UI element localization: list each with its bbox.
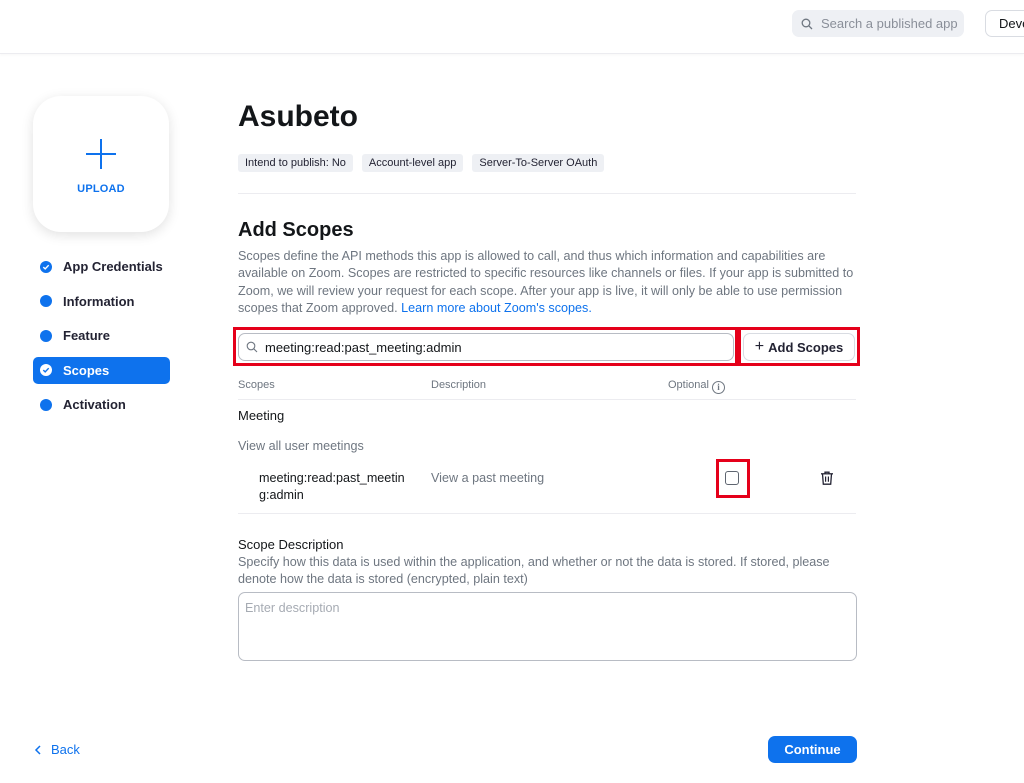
scope-description-textarea[interactable]: Enter description — [238, 592, 857, 661]
back-label: Back — [51, 742, 80, 757]
top-bar: Search a published app Deve — [0, 0, 1024, 54]
setup-steps-nav: App Credentials Information Feature Scop… — [33, 253, 170, 426]
learn-more-scopes-link[interactable]: Learn more about Zoom's scopes. — [401, 301, 592, 315]
back-link[interactable]: Back — [34, 742, 80, 757]
chevron-left-icon — [34, 744, 41, 755]
tag-app-level: Account-level app — [361, 154, 464, 172]
highlight-box — [716, 459, 750, 498]
column-header-description: Description — [431, 379, 487, 391]
search-icon — [801, 18, 813, 29]
section-title: Add Scopes — [238, 219, 354, 241]
scope-description-placeholder: Enter description — [245, 601, 340, 615]
sidebar-item-label: App Credentials — [63, 259, 163, 274]
sidebar-item-app-credentials[interactable]: App Credentials — [33, 253, 170, 280]
tag-app-type: Server-To-Server OAuth — [472, 154, 605, 172]
divider — [238, 399, 856, 400]
published-app-search-placeholder: Search a published app — [821, 16, 958, 31]
column-header-scopes: Scopes — [238, 379, 275, 391]
divider — [238, 193, 856, 194]
scope-group-subtitle: View all user meetings — [238, 439, 364, 453]
page-title: Asubeto — [238, 100, 358, 133]
continue-button[interactable]: Continue — [768, 736, 857, 763]
column-header-optional-label: Optional — [668, 379, 709, 391]
divider — [238, 513, 856, 514]
scope-description: View a past meeting — [431, 471, 545, 485]
section-description: Scopes define the API methods this app i… — [238, 248, 856, 318]
step-dot-icon — [40, 295, 52, 307]
info-icon[interactable]: i — [711, 381, 725, 394]
tag-publish-intent: Intend to publish: No — [238, 154, 353, 172]
scope-description-help: Specify how this data is used within the… — [238, 555, 830, 587]
trash-icon[interactable] — [819, 470, 835, 486]
scope-description-title: Scope Description — [238, 537, 344, 552]
check-circle-icon — [40, 364, 52, 376]
sidebar-item-label: Scopes — [63, 362, 110, 378]
plus-icon — [86, 139, 116, 169]
sidebar-item-label: Information — [63, 293, 135, 309]
column-header-optional: Optional i — [668, 379, 725, 394]
upload-label: UPLOAD — [77, 183, 125, 195]
check-circle-icon — [40, 260, 52, 273]
upload-app-icon-card[interactable]: UPLOAD — [33, 96, 169, 232]
step-dot-icon — [40, 329, 52, 342]
app-tags: Intend to publish: No Account-level app … — [238, 154, 605, 172]
step-dot-icon — [40, 398, 52, 411]
highlight-box — [738, 327, 860, 366]
scope-name: meeting:read:past_meeting:admin — [259, 471, 405, 503]
highlight-box — [233, 327, 738, 366]
sidebar-item-information[interactable]: Information — [33, 288, 170, 315]
sidebar-item-feature[interactable]: Feature — [33, 322, 170, 349]
sidebar-item-label: Feature — [63, 328, 110, 343]
sidebar-item-scopes[interactable]: Scopes — [33, 356, 170, 384]
published-app-search[interactable]: Search a published app — [792, 10, 964, 37]
sidebar-item-label: Activation — [63, 397, 126, 412]
develop-button[interactable]: Deve — [985, 10, 1024, 37]
sidebar-item-activation[interactable]: Activation — [33, 391, 170, 418]
scope-group-title: Meeting — [238, 408, 285, 423]
